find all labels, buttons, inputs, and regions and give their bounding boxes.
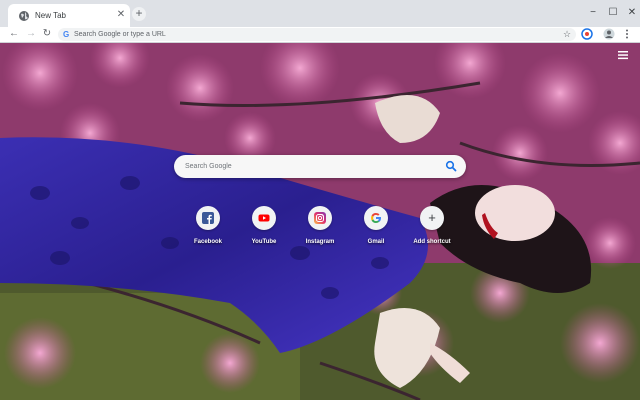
shortcut-instagram[interactable]: Instagram	[292, 206, 348, 250]
minimize-button[interactable]: −	[586, 6, 600, 20]
globe-icon	[19, 11, 29, 21]
tab-new-tab[interactable]: New Tab ✕	[8, 4, 130, 27]
maximize-button[interactable]: ☐	[606, 6, 620, 20]
shortcut-label: Instagram	[305, 239, 335, 245]
youtube-icon	[258, 214, 270, 222]
reload-button[interactable]: ↻	[41, 28, 53, 40]
back-button[interactable]: ←	[8, 28, 20, 40]
toolbar: ← → ↻ G Search Google or type a URL ☆	[0, 27, 640, 43]
tab-title: New Tab	[35, 11, 66, 20]
google-g-icon: G	[63, 30, 70, 39]
extension-icon[interactable]	[581, 28, 593, 40]
shortcut-facebook-tile	[196, 206, 220, 230]
customize-menu-icon[interactable]	[617, 49, 629, 61]
search-icon[interactable]	[445, 160, 457, 172]
address-bar[interactable]: G Search Google or type a URL ☆	[58, 28, 576, 41]
shortcut-label: Gmail	[367, 239, 385, 245]
shortcut-gmail-tile	[364, 206, 388, 230]
instagram-icon	[314, 212, 326, 224]
shortcut-youtube-tile	[252, 206, 276, 230]
profile-avatar-icon[interactable]	[603, 28, 615, 40]
shortcut-label: Add shortcut	[413, 239, 451, 245]
shortcut-gmail[interactable]: Gmail	[348, 206, 404, 250]
shortcut-youtube[interactable]: YouTube	[236, 206, 292, 250]
close-window-button[interactable]: ✕	[625, 6, 639, 20]
search-placeholder: Search Google	[185, 163, 232, 170]
google-icon	[371, 213, 381, 223]
shortcut-instagram-tile	[308, 206, 332, 230]
chrome-menu-icon[interactable]	[621, 28, 633, 40]
forward-button[interactable]: →	[25, 28, 37, 40]
shortcut-add-tile: +	[420, 206, 444, 230]
plus-icon: +	[428, 210, 436, 225]
shortcut-facebook[interactable]: Facebook	[180, 206, 236, 250]
search-box[interactable]: Search Google	[174, 155, 466, 178]
shortcut-label: Facebook	[193, 239, 222, 245]
tab-strip: New Tab ✕ + − ☐ ✕	[0, 0, 640, 27]
tab-close-icon[interactable]: ✕	[115, 9, 127, 21]
shortcut-add[interactable]: + Add shortcut	[404, 206, 460, 250]
new-tab-button[interactable]: +	[132, 7, 146, 21]
facebook-icon	[202, 212, 214, 224]
bookmark-star-icon[interactable]: ☆	[563, 28, 571, 41]
shortcut-label: YouTube	[251, 239, 277, 245]
address-bar-placeholder: Search Google or type a URL	[74, 31, 166, 38]
